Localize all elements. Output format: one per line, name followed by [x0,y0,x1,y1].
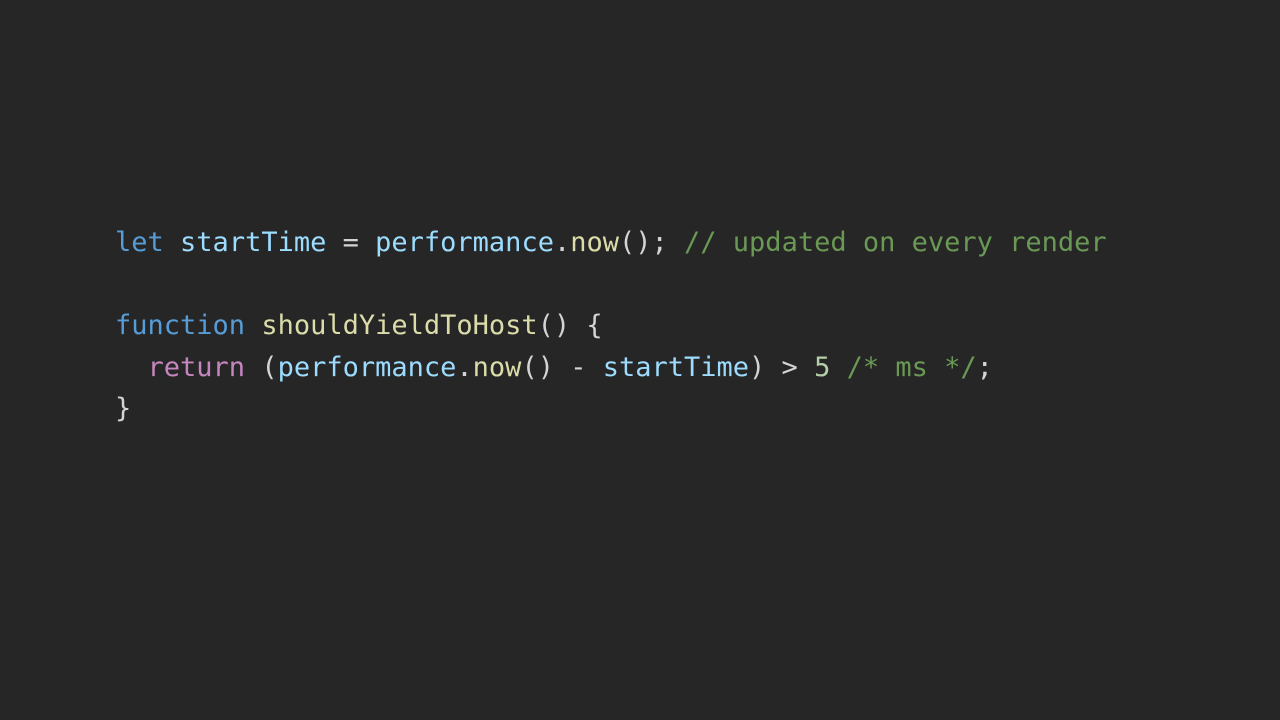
code-token-punct: ( [245,351,278,383]
code-line: } [115,388,1107,430]
code-token-keyword: let [115,227,164,258]
code-token-punct: (); [619,227,685,258]
code-token-function: shouldYieldToHost [261,310,538,341]
code-token-punct [830,352,846,383]
code-token-punct: } [115,393,132,424]
code-token-comment: // updated on every render [684,227,1107,258]
code-token-keyword: function [115,310,246,341]
code-token-control: return [147,351,246,383]
code-block: let startTime = performance.now(); // up… [115,222,1107,430]
code-line: return (performance.now() - startTime) >… [115,347,1107,389]
code-token-number: 5 [814,351,831,383]
code-token-punct: . [553,227,571,258]
code-token-comment: /* ms */ [846,351,977,383]
code-token-punct: ; [976,351,993,383]
code-token-punct [164,227,180,258]
code-token-punct: ) > [749,351,815,383]
code-token-variable: performance [277,351,457,383]
code-token-punct: . [456,351,473,383]
code-token-punct [245,310,261,341]
code-line: let startTime = performance.now(); // up… [115,222,1107,264]
code-token-variable: startTime [602,351,750,383]
code-token-variable: startTime [180,227,327,258]
code-token-punct [115,352,148,383]
code-token-variable: performance [375,227,554,258]
code-line: function shouldYieldToHost() { [115,305,1107,347]
code-line: ​ [115,264,1107,306]
code-token-function: now [472,351,522,383]
code-token-punct: = [326,227,376,258]
code-token-punct: () - [521,351,603,383]
code-token-function: now [570,227,619,258]
code-token-punct: () { [537,310,603,341]
